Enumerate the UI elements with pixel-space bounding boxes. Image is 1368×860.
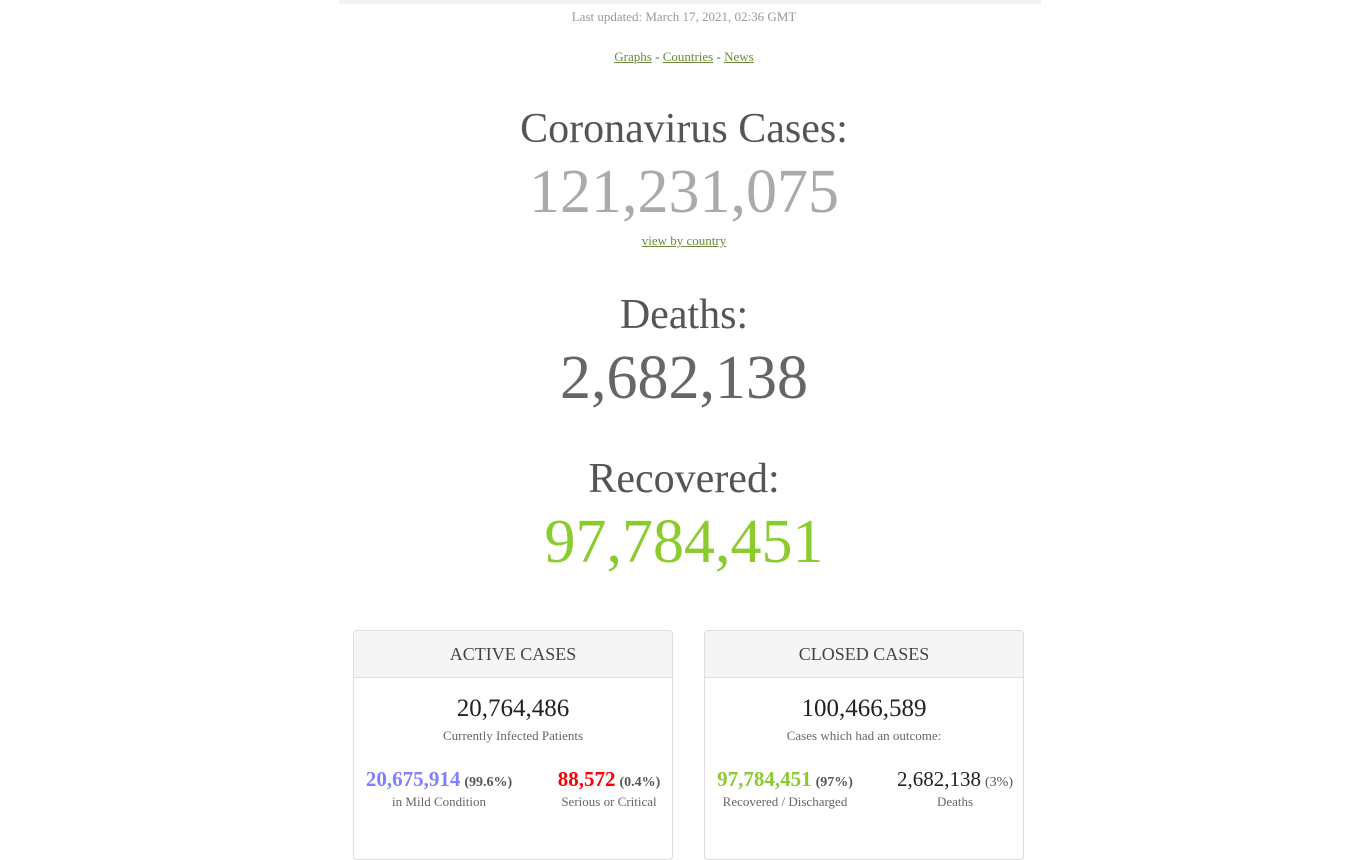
closed-deaths-percent: (3%) <box>985 775 1013 790</box>
recovered-discharged-count: 97,784,451 <box>717 767 812 791</box>
active-cases-total: 20,764,486 <box>456 695 570 722</box>
closed-deaths-label: Deaths <box>936 794 974 809</box>
closed-cases-title: CLOSED CASES <box>705 631 1023 678</box>
nav-links: Graphs - Countries - News <box>0 49 1368 65</box>
nav-separator: - <box>655 49 660 64</box>
recovered-count: 97,784,451 <box>544 508 824 576</box>
cases-count: 121,231,075 <box>529 158 839 226</box>
view-by-country-container: view by country <box>0 233 1368 249</box>
view-by-country-link[interactable]: view by country <box>642 233 726 248</box>
last-updated-text: Last updated: March 17, 2021, 02:36 GMT <box>571 9 797 24</box>
active-cases-total-label: Currently Infected Patients <box>442 728 584 743</box>
recovered-discharged-stat: 97,784,451 (97%) Recovered / Discharged <box>705 767 865 810</box>
mild-condition-percent: (99.6%) <box>464 775 513 790</box>
mild-condition-stat: 20,675,914 (99.6%) in Mild Condition <box>359 767 519 810</box>
nav-link-news[interactable]: News <box>724 49 754 64</box>
active-cases-panel: ACTIVE CASES 20,764,486 Currently Infect… <box>353 630 673 860</box>
nav-link-countries[interactable]: Countries <box>663 49 714 64</box>
cases-heading: Coronavirus Cases: <box>520 106 848 152</box>
serious-critical-percent: (0.4%) <box>619 775 661 790</box>
active-cases-title: ACTIVE CASES <box>354 631 672 678</box>
deaths-heading: Deaths: <box>619 292 749 338</box>
serious-critical-stat: 88,572 (0.4%) Serious or Critical <box>529 767 689 810</box>
nav-link-graphs[interactable]: Graphs <box>614 49 652 64</box>
closed-deaths-stat: 2,682,138 (3%) Deaths <box>875 767 1035 810</box>
deaths-count: 2,682,138 <box>560 344 808 412</box>
serious-critical-count: 88,572 <box>557 767 616 791</box>
closed-deaths-count: 2,682,138 <box>897 767 981 791</box>
recovered-heading: Recovered: <box>588 456 780 502</box>
recovered-discharged-percent: (97%) <box>815 775 853 790</box>
closed-cases-total-label: Cases which had an outcome: <box>786 728 942 743</box>
mild-condition-label: in Mild Condition <box>392 794 486 809</box>
mild-condition-count: 20,675,914 <box>365 767 461 791</box>
serious-critical-label: Serious or Critical <box>561 794 657 809</box>
closed-cases-panel: CLOSED CASES 100,466,589 Cases which had… <box>704 630 1024 860</box>
top-bar <box>339 0 1041 4</box>
nav-separator: - <box>716 49 721 64</box>
recovered-discharged-label: Recovered / Discharged <box>722 794 848 809</box>
closed-cases-total: 100,466,589 <box>801 695 927 722</box>
